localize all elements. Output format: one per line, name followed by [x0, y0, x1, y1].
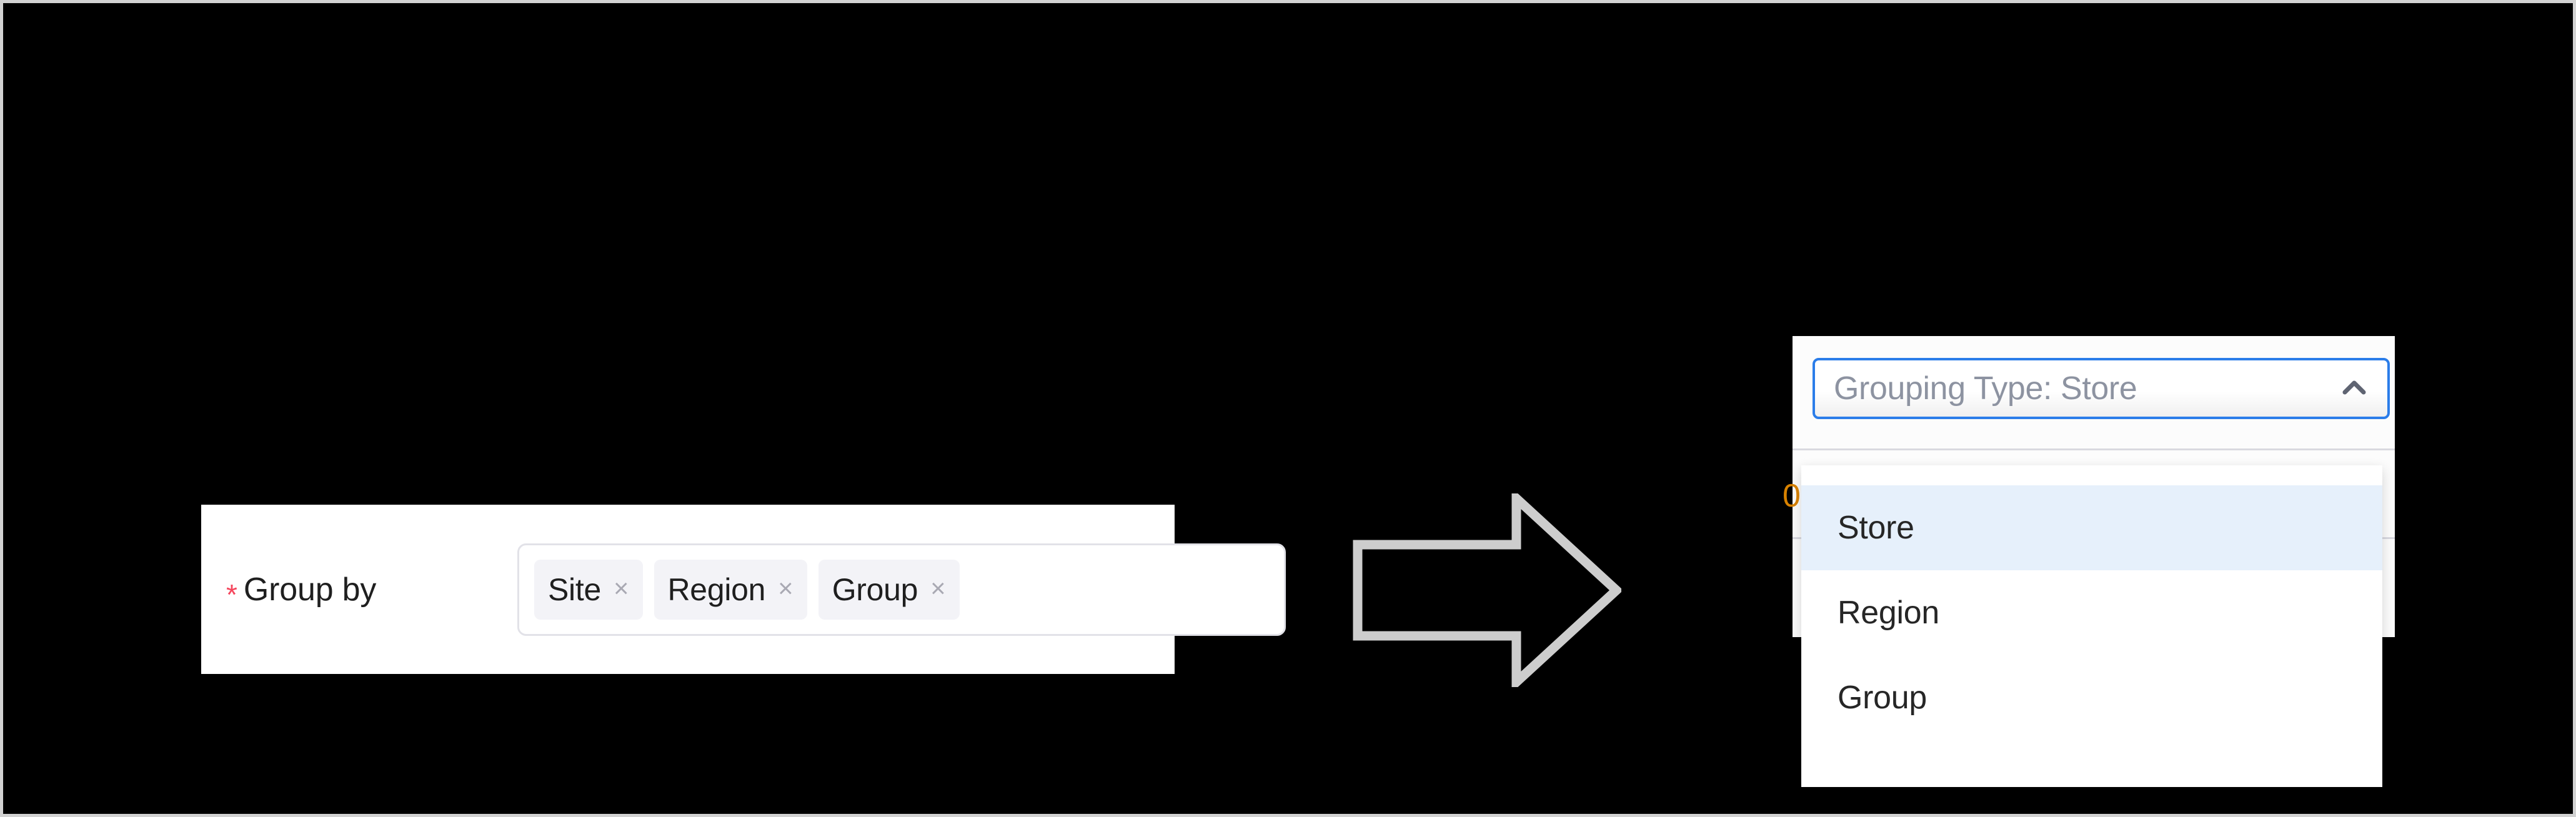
group-by-label: * Group by: [226, 571, 377, 611]
figure-canvas: * Group by Site × Region × Group × 02 Gr…: [0, 0, 2576, 817]
menu-option-group[interactable]: Group: [1801, 655, 2382, 740]
chevron-up-icon[interactable]: [2337, 372, 2371, 405]
tag-label: Site: [548, 572, 601, 607]
tag-site[interactable]: Site ×: [534, 560, 643, 620]
menu-option-store[interactable]: Store: [1801, 485, 2382, 570]
grouping-type-dropdown-menu[interactable]: Store Region Group: [1801, 465, 2382, 787]
group-by-panel: * Group by Site × Region × Group ×: [201, 505, 1286, 674]
tag-group[interactable]: Group ×: [818, 560, 960, 620]
grouping-type-select[interactable]: Grouping Type: Store: [1813, 358, 2390, 419]
group-by-form-row: * Group by Site × Region × Group ×: [201, 505, 1286, 674]
tag-remove-icon[interactable]: ×: [778, 575, 793, 602]
tag-label: Region: [667, 572, 766, 607]
grouping-type-select-value: Grouping Type: Store: [1834, 370, 2137, 407]
group-by-multiselect[interactable]: Site × Region × Group ×: [517, 543, 1286, 636]
tag-region[interactable]: Region ×: [654, 560, 807, 620]
group-by-label-text: Group by: [243, 571, 377, 608]
menu-option-region[interactable]: Region: [1801, 570, 2382, 655]
required-asterisk-icon: *: [226, 578, 237, 611]
right-block-arrow-icon: [1353, 493, 1621, 687]
tag-label: Group: [832, 572, 918, 607]
tag-remove-icon[interactable]: ×: [614, 575, 629, 602]
table-divider: [1793, 448, 2395, 450]
tag-remove-icon[interactable]: ×: [930, 575, 946, 602]
